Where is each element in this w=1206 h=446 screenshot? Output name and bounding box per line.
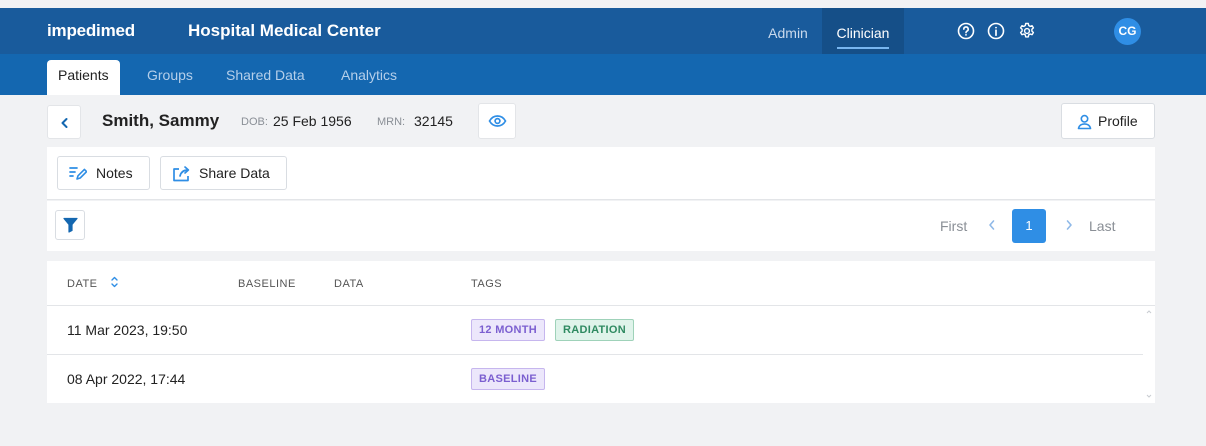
row-date: 11 Mar 2023, 19:50 <box>67 322 188 338</box>
column-header-date[interactable]: DATE <box>67 278 98 290</box>
top-bar: impedimed Hospital Medical Center Admin … <box>0 8 1206 54</box>
sort-icon[interactable] <box>110 275 119 289</box>
column-header-baseline: BASELINE <box>238 278 296 290</box>
chevron-right-icon[interactable] <box>1064 218 1074 232</box>
row-date: 08 Apr 2022, 17:44 <box>67 371 186 387</box>
tab-patients[interactable]: Patients <box>47 60 120 95</box>
filter-icon <box>63 217 78 233</box>
user-avatar[interactable]: CG <box>1114 18 1141 45</box>
tab-analytics[interactable]: Analytics <box>341 60 397 95</box>
patient-header: Smith, Sammy DOB: 25 Feb 1956 MRN: 32145… <box>47 102 1155 140</box>
share-data-label: Share Data <box>199 165 270 181</box>
tag-radiation: RADIATION <box>555 319 634 341</box>
column-header-tags: TAGS <box>471 278 503 290</box>
notes-button[interactable]: Notes <box>57 156 150 190</box>
help-icon[interactable] <box>957 22 975 40</box>
patient-name: Smith, Sammy <box>102 111 220 130</box>
pagination-current-page[interactable]: 1 <box>1012 209 1046 243</box>
share-icon <box>173 166 190 182</box>
dob-value: 25 Feb 1956 <box>273 113 352 129</box>
back-button[interactable] <box>47 105 81 139</box>
role-clinician-label: Clinician <box>836 25 890 41</box>
profile-label: Profile <box>1098 113 1138 129</box>
measurements-table: DATE BASELINE DATA TAGS 11 Mar 2023, 19:… <box>47 261 1155 403</box>
tab-shared-data[interactable]: Shared Data <box>226 60 305 95</box>
actions-panel: Notes Share Data <box>47 147 1155 200</box>
main-nav: Patients Groups Shared Data Analytics <box>0 54 1206 95</box>
pagination-last[interactable]: Last <box>1089 218 1115 234</box>
active-role-indicator <box>837 47 889 49</box>
table-row[interactable]: 11 Mar 2023, 19:50 12 MONTH RADIATION <box>47 306 1143 355</box>
show-details-button[interactable] <box>478 103 516 139</box>
profile-button[interactable]: Profile <box>1061 103 1155 139</box>
filter-button[interactable] <box>55 210 85 240</box>
role-clinician[interactable]: Clinician <box>822 8 904 54</box>
dob-label: DOB: <box>241 116 268 128</box>
tab-groups[interactable]: Groups <box>147 60 193 95</box>
mrn-label: MRN: <box>377 116 406 128</box>
role-admin[interactable]: Admin <box>760 8 816 54</box>
brand-logo[interactable]: impedimed <box>47 21 135 41</box>
chevron-left-icon[interactable] <box>987 218 997 232</box>
tag-12-month: 12 MONTH <box>471 319 546 341</box>
tag-baseline: BASELINE <box>471 368 546 390</box>
info-icon[interactable] <box>987 22 1005 40</box>
filter-bar: First 1 Last <box>47 201 1155 251</box>
mrn-value: 32145 <box>414 113 453 129</box>
notes-icon <box>69 167 87 180</box>
notes-label: Notes <box>96 165 133 181</box>
organization-name: Hospital Medical Center <box>188 21 381 40</box>
pagination-first[interactable]: First <box>940 218 967 234</box>
share-data-button[interactable]: Share Data <box>160 156 287 190</box>
table-scrollbar[interactable] <box>1143 306 1155 403</box>
chevron-left-icon <box>61 118 68 128</box>
table-row[interactable]: 08 Apr 2022, 17:44 BASELINE <box>47 355 1143 404</box>
settings-icon[interactable] <box>1018 22 1036 40</box>
user-icon <box>1077 114 1092 130</box>
eye-icon <box>488 115 507 127</box>
column-header-data: DATA <box>334 278 364 290</box>
